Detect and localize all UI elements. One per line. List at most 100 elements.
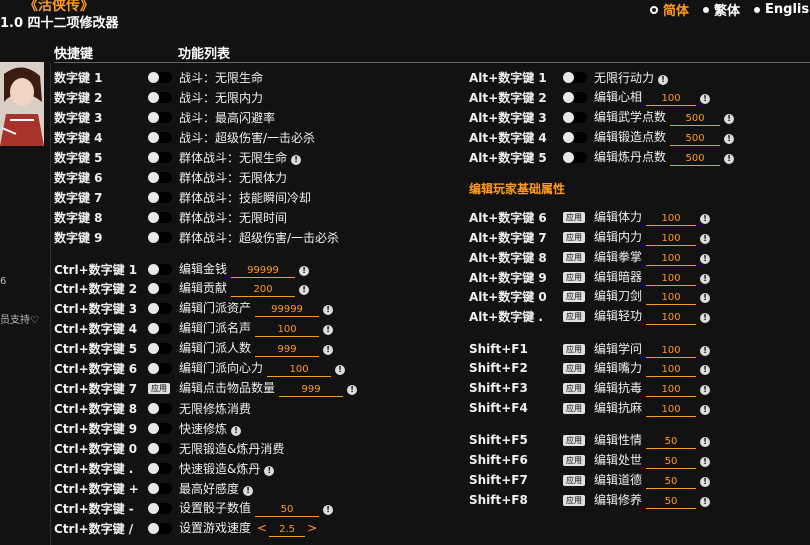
info-icon[interactable]: ! [700, 346, 711, 356]
info-icon[interactable]: ! [700, 214, 711, 224]
value-input[interactable]: 100 [646, 233, 697, 246]
info-icon[interactable]: ! [700, 437, 711, 447]
toggle-switch[interactable] [148, 91, 172, 103]
apply-button[interactable]: 应用 [563, 343, 585, 355]
increase-arrow-icon[interactable]: > [307, 521, 317, 535]
value-input[interactable]: 50 [646, 436, 697, 449]
toggle-switch[interactable] [148, 462, 172, 474]
info-icon[interactable]: ! [291, 154, 302, 165]
info-icon[interactable]: ! [264, 465, 275, 476]
info-icon[interactable]: ! [700, 385, 711, 395]
apply-button[interactable]: 应用 [563, 402, 585, 414]
info-icon[interactable]: ! [700, 313, 711, 323]
value-input[interactable]: 99999 [255, 304, 320, 317]
value-input[interactable]: 100 [646, 213, 697, 226]
value-input[interactable]: 100 [646, 404, 697, 417]
info-icon[interactable]: ! [700, 254, 711, 264]
toggle-switch[interactable] [563, 111, 587, 123]
info-icon[interactable]: ! [323, 505, 334, 515]
apply-button[interactable]: 应用 [563, 310, 585, 322]
apply-button[interactable]: 应用 [563, 434, 585, 446]
apply-button[interactable]: 应用 [563, 382, 585, 394]
value-input[interactable]: 500 [670, 113, 721, 126]
info-icon[interactable]: ! [335, 365, 346, 375]
toggle-switch[interactable] [563, 131, 587, 143]
apply-button[interactable]: 应用 [563, 271, 585, 283]
toggle-switch[interactable] [148, 211, 172, 223]
info-icon[interactable]: ! [700, 274, 711, 284]
toggle-switch[interactable] [148, 71, 172, 83]
speed-value[interactable]: 2.5 [269, 524, 306, 537]
toggle-switch[interactable] [563, 71, 587, 83]
value-input[interactable]: 100 [646, 292, 697, 305]
apply-button[interactable]: 应用 [563, 362, 585, 374]
value-input[interactable]: 100 [255, 324, 320, 337]
value-input[interactable]: 999 [279, 384, 344, 397]
toggle-switch[interactable] [148, 342, 172, 354]
toggle-switch[interactable] [148, 362, 172, 374]
apply-button[interactable]: 应用 [148, 382, 170, 394]
toggle-switch[interactable] [148, 171, 172, 183]
value-input[interactable]: 500 [670, 153, 721, 166]
apply-button[interactable]: 应用 [563, 474, 585, 486]
info-icon[interactable]: ! [700, 365, 711, 375]
info-icon[interactable]: ! [299, 285, 310, 295]
apply-button[interactable]: 应用 [563, 231, 585, 243]
language-option-english[interactable]: English [754, 0, 810, 19]
toggle-switch[interactable] [148, 282, 172, 294]
info-icon[interactable]: ! [658, 74, 669, 85]
value-input[interactable]: 50 [255, 504, 320, 517]
info-icon[interactable]: ! [700, 497, 711, 507]
value-input[interactable]: 999 [255, 344, 320, 357]
value-input[interactable]: 99999 [231, 265, 296, 278]
value-input[interactable]: 100 [646, 345, 697, 358]
info-icon[interactable]: ! [231, 425, 242, 436]
value-input[interactable]: 100 [646, 273, 697, 286]
value-input[interactable]: 500 [670, 133, 721, 146]
toggle-switch[interactable] [148, 442, 172, 454]
toggle-switch[interactable] [148, 191, 172, 203]
toggle-switch[interactable] [563, 151, 587, 163]
apply-button[interactable]: 应用 [563, 290, 585, 302]
info-icon[interactable]: ! [700, 293, 711, 303]
info-icon[interactable]: ! [347, 385, 358, 395]
value-input[interactable]: 50 [646, 476, 697, 489]
info-icon[interactable]: ! [299, 266, 310, 276]
value-input[interactable]: 50 [646, 496, 697, 509]
info-icon[interactable]: ! [700, 457, 711, 467]
value-input[interactable]: 100 [267, 364, 332, 377]
toggle-switch[interactable] [148, 482, 172, 494]
value-input[interactable]: 100 [646, 93, 697, 106]
value-input[interactable]: 100 [646, 364, 697, 377]
value-input[interactable]: 200 [231, 284, 296, 297]
toggle-switch[interactable] [148, 302, 172, 314]
value-input[interactable]: 50 [646, 456, 697, 469]
toggle-switch[interactable] [148, 402, 172, 414]
language-option-traditional[interactable]: 繁体 [703, 0, 740, 19]
info-icon[interactable]: ! [724, 134, 735, 144]
value-input[interactable]: 100 [646, 384, 697, 397]
toggle-switch[interactable] [148, 151, 172, 163]
toggle-switch[interactable] [148, 263, 172, 275]
info-icon[interactable]: ! [243, 485, 254, 496]
language-option-simplified[interactable]: 简体 [650, 0, 689, 19]
toggle-switch[interactable] [148, 231, 172, 243]
apply-button[interactable]: 应用 [563, 251, 585, 263]
apply-button[interactable]: 应用 [563, 454, 585, 466]
info-icon[interactable]: ! [700, 234, 711, 244]
toggle-switch[interactable] [148, 502, 172, 514]
info-icon[interactable]: ! [724, 114, 735, 124]
info-icon[interactable]: ! [700, 477, 711, 487]
info-icon[interactable]: ! [700, 405, 711, 415]
toggle-switch[interactable] [148, 422, 172, 434]
toggle-switch[interactable] [148, 131, 172, 143]
info-icon[interactable]: ! [724, 154, 735, 164]
info-icon[interactable]: ! [323, 345, 334, 355]
toggle-switch[interactable] [148, 322, 172, 334]
value-input[interactable]: 100 [646, 312, 697, 325]
value-input[interactable]: 100 [646, 253, 697, 266]
apply-button[interactable]: 应用 [563, 494, 585, 506]
toggle-switch[interactable] [148, 522, 172, 534]
info-icon[interactable]: ! [323, 325, 334, 335]
apply-button[interactable]: 应用 [563, 211, 585, 223]
